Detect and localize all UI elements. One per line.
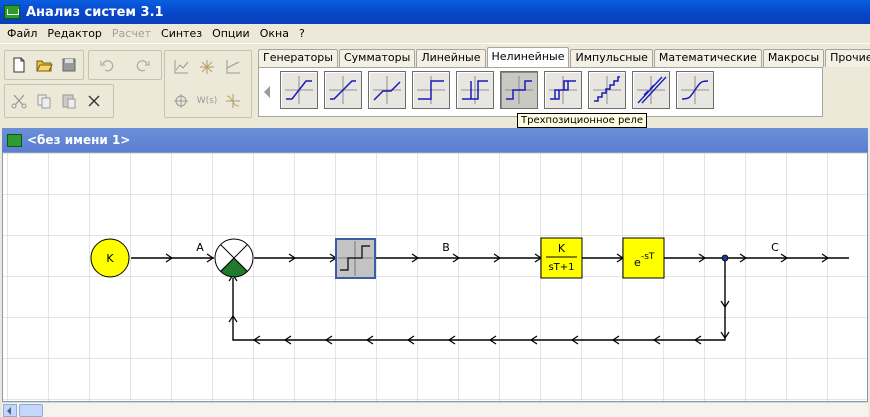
menu-help[interactable]: ? <box>294 27 310 40</box>
nyquist-icon <box>174 94 188 108</box>
transfer-function-label: W(s) <box>196 96 218 106</box>
step-response-icon <box>226 60 240 74</box>
signal-c-label: C <box>771 241 779 254</box>
delay-exponent: -sT <box>641 252 655 262</box>
palette-tabs: Генераторы Сумматоры Линейные Нелинейные… <box>258 47 870 67</box>
transfer-function-button[interactable]: W(s) <box>196 90 218 112</box>
palette-block-dead-zone-saturation[interactable] <box>324 71 362 109</box>
tab-pulse[interactable]: Импульсные <box>570 49 653 67</box>
delete-button[interactable] <box>83 90 105 112</box>
dead-zone-icon <box>329 76 357 104</box>
tab-summers[interactable]: Сумматоры <box>338 49 416 67</box>
delay-block[interactable]: e -sT <box>622 237 665 279</box>
saturation-icon <box>285 76 313 104</box>
palette-block-smooth-nonlinearity[interactable] <box>676 71 714 109</box>
grid <box>3 153 867 401</box>
tab-macros[interactable]: Макросы <box>762 49 825 67</box>
three-position-relay-block[interactable] <box>335 238 376 279</box>
menu-calculate: Расчет <box>111 27 152 40</box>
palette-block-dead-zone[interactable] <box>368 71 406 109</box>
document-title: <без имени 1> <box>27 133 131 147</box>
menu-windows[interactable]: Окна <box>255 27 294 40</box>
palette-tooltip: Трехпозиционное реле <box>517 113 647 128</box>
open-button[interactable] <box>33 54 55 76</box>
delete-icon <box>88 95 100 107</box>
menu-options[interactable]: Опции <box>207 27 255 40</box>
bode-button[interactable] <box>222 90 244 112</box>
menu-editor[interactable]: Редактор <box>42 27 107 40</box>
palette-block-backlash[interactable] <box>632 71 670 109</box>
palette-block-three-position-hysteresis[interactable] <box>544 71 582 109</box>
plot-chart-button[interactable] <box>170 56 192 78</box>
tab-generators[interactable]: Генераторы <box>258 49 338 67</box>
relay-icon <box>417 76 445 104</box>
palette-block-quantizer[interactable] <box>588 71 626 109</box>
generator-label: K <box>106 252 114 265</box>
new-file-button[interactable] <box>8 54 30 76</box>
window-title-bar: Анализ систем 3.1 <box>0 0 870 24</box>
redo-icon <box>136 60 150 72</box>
tab-linear[interactable]: Линейные <box>416 49 486 67</box>
paste-button[interactable] <box>58 90 80 112</box>
diagram-canvas[interactable]: K K sT+1 e -sT A B C <box>2 152 868 402</box>
delay-base: e <box>634 256 641 269</box>
copy-button[interactable] <box>33 90 55 112</box>
undo-icon <box>100 60 114 72</box>
bode-icon <box>226 94 240 108</box>
quantizer-icon <box>593 76 621 104</box>
hysteresis-relay-icon <box>461 76 489 104</box>
scroll-thumb[interactable] <box>19 404 43 417</box>
signal-b-label: B <box>442 241 450 254</box>
palette-block-linear-saturation[interactable] <box>280 71 318 109</box>
menu-bar: Файл Редактор Расчет Синтез Опции Окна ? <box>0 24 870 43</box>
menu-synthesis[interactable]: Синтез <box>156 27 207 40</box>
undo-button[interactable] <box>96 54 118 76</box>
document-icon[interactable] <box>7 133 22 147</box>
aperiodic-block[interactable]: K sT+1 <box>540 237 583 279</box>
redo-button[interactable] <box>132 54 154 76</box>
paste-icon <box>62 94 76 109</box>
smooth-nonlinearity-icon <box>681 76 709 104</box>
save-icon <box>62 58 76 72</box>
step-response-button[interactable] <box>222 56 244 78</box>
three-position-hysteresis-icon <box>549 76 577 104</box>
save-button[interactable] <box>58 54 80 76</box>
aperiodic-denominator: sT+1 <box>548 262 574 273</box>
diagram-svg: K K sT+1 e -sT A B C <box>3 153 867 401</box>
tab-math[interactable]: Математические <box>653 49 762 67</box>
three-position-relay-icon <box>505 76 533 104</box>
backlash-icon <box>637 76 667 104</box>
tab-nonlinear[interactable]: Нелинейные <box>486 47 570 67</box>
dead-zone-2-icon <box>373 76 401 104</box>
branch-point[interactable] <box>721 254 729 262</box>
cut-icon <box>11 94 27 109</box>
plot-chart-icon <box>174 60 189 74</box>
new-file-icon <box>13 57 25 73</box>
root-locus-button[interactable] <box>196 56 218 78</box>
scroll-left-icon[interactable] <box>3 404 17 417</box>
copy-icon <box>37 94 51 109</box>
open-folder-icon <box>36 60 53 72</box>
summer-block[interactable] <box>214 238 254 278</box>
palette-scroll-left-icon[interactable] <box>264 86 270 98</box>
root-locus-icon <box>200 60 214 74</box>
window-title: Анализ систем 3.1 <box>26 4 164 20</box>
cut-button[interactable] <box>8 90 30 112</box>
aperiodic-numerator: K <box>558 242 566 255</box>
menu-file[interactable]: Файл <box>2 27 42 40</box>
nyquist-button[interactable] <box>170 90 192 112</box>
signal-a-label: A <box>196 241 204 254</box>
horizontal-scrollbar[interactable] <box>2 402 868 417</box>
app-icon[interactable] <box>4 5 20 19</box>
palette-block-three-position-relay[interactable] <box>500 71 538 109</box>
palette-block-relay[interactable] <box>412 71 450 109</box>
document-title-bar: <без имени 1> <box>2 128 868 152</box>
palette-block-hysteresis-relay[interactable] <box>456 71 494 109</box>
tab-other[interactable]: Прочие <box>825 49 870 67</box>
